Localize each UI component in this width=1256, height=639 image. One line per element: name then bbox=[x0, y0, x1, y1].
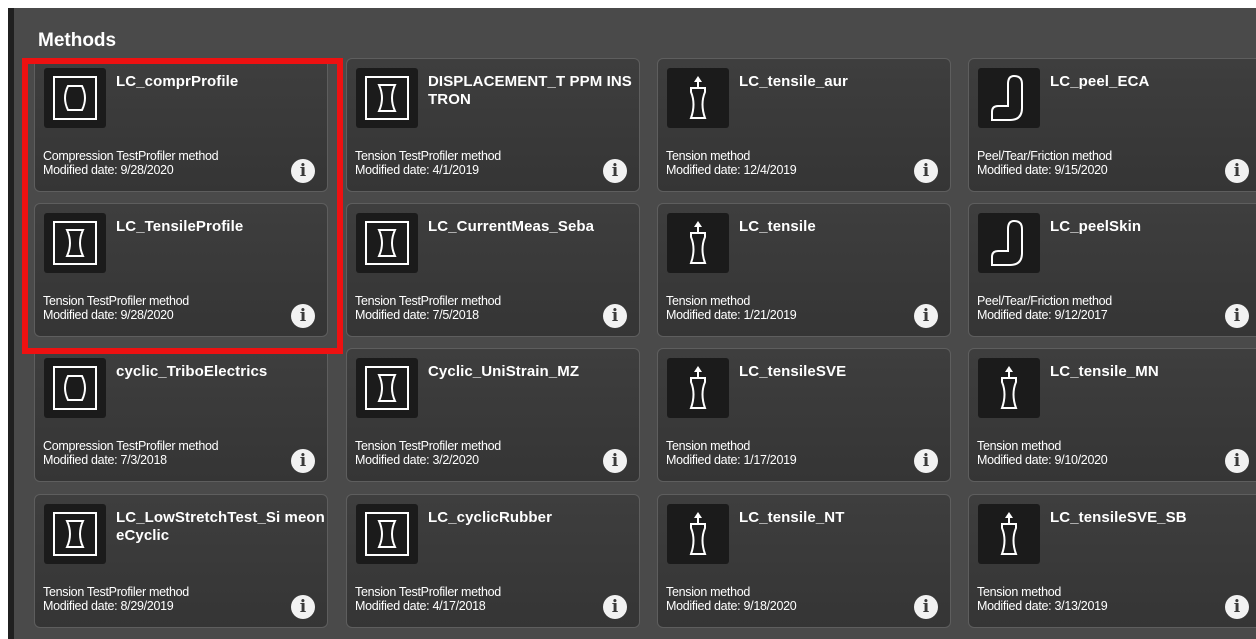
method-card-title: LC_tensile_aur bbox=[739, 73, 848, 90]
info-icon[interactable]: i bbox=[914, 304, 938, 328]
tension-icon bbox=[44, 504, 106, 564]
peel-icon bbox=[978, 68, 1040, 128]
method-card-title: cyclic_TriboElectrics bbox=[116, 363, 268, 380]
method-card-date: Modified date: 9/28/2020 bbox=[43, 163, 174, 177]
method-card[interactable]: LC_tensileSVE_SB Tension method Modified d… bbox=[968, 494, 1256, 628]
tension-icon bbox=[44, 213, 106, 273]
info-icon[interactable]: i bbox=[914, 159, 938, 183]
info-icon[interactable]: i bbox=[603, 159, 627, 183]
method-card-title: LC_tensile_NT bbox=[739, 509, 845, 526]
method-card[interactable]: LC_tensile_aur Tension method Modified dat… bbox=[657, 58, 951, 192]
method-card-title: LC_tensile_MN bbox=[1050, 363, 1159, 380]
method-card-type: Tension method bbox=[977, 439, 1062, 453]
method-card-date: Modified date: 9/18/2020 bbox=[666, 599, 797, 613]
method-card-type: Peel/Tear/Friction method bbox=[977, 294, 1112, 308]
info-icon[interactable]: i bbox=[914, 595, 938, 619]
method-card-title: Cyclic_UniStrain_MZ bbox=[428, 363, 580, 380]
section-title: Methods bbox=[38, 30, 117, 51]
info-icon[interactable]: i bbox=[1225, 449, 1249, 473]
method-card-type: Compression TestProfiler method bbox=[43, 439, 219, 453]
method-card-title: LC_cyclicRubber bbox=[428, 509, 553, 526]
method-card-type: Tension TestProfiler method bbox=[355, 294, 501, 308]
method-card-date: Modified date: 7/5/2018 bbox=[355, 308, 479, 322]
method-card-type: Tension TestProfiler method bbox=[355, 439, 501, 453]
method-card-type: Tension method bbox=[666, 149, 751, 163]
info-icon[interactable]: i bbox=[1225, 304, 1249, 328]
method-card-date: Modified date: 8/29/2019 bbox=[43, 599, 174, 613]
method-card[interactable]: LC_tensile Tension method Modified date: 1… bbox=[657, 203, 951, 337]
tension-icon bbox=[356, 358, 418, 418]
method-card-title: DISPLACEMENT_T PPM INSTRON bbox=[428, 73, 632, 108]
method-card[interactable]: LC_peel_ECA Peel/Tear/Friction method Modi… bbox=[968, 58, 1256, 192]
info-icon[interactable]: i bbox=[291, 595, 315, 619]
method-card-type: Tension method bbox=[977, 585, 1062, 599]
method-card-type: Tension TestProfiler method bbox=[355, 585, 501, 599]
peel-icon bbox=[978, 213, 1040, 273]
tension-icon bbox=[356, 504, 418, 564]
tension-icon bbox=[356, 68, 418, 128]
method-card[interactable]: LC_peelSkin Peel/Tear/Friction method Modi… bbox=[968, 203, 1256, 337]
info-icon[interactable]: i bbox=[291, 449, 315, 473]
tensile-arrow-icon bbox=[667, 213, 729, 273]
method-card-title: LC_TensileProfile bbox=[116, 218, 244, 235]
method-card-type: Peel/Tear/Friction method bbox=[977, 149, 1112, 163]
method-card-type: Tension method bbox=[666, 294, 751, 308]
tensile-arrow-icon bbox=[978, 358, 1040, 418]
compression-icon bbox=[44, 358, 106, 418]
info-icon[interactable]: i bbox=[603, 595, 627, 619]
method-card-date: Modified date: 9/12/2017 bbox=[977, 308, 1108, 322]
tensile-arrow-icon bbox=[667, 504, 729, 564]
method-card[interactable]: LC_tensileSVE Tension method Modified date… bbox=[657, 348, 951, 482]
method-card-title: LC_LowStretchTest_Si meoneCyclic bbox=[116, 509, 325, 544]
method-card[interactable]: LC_CurrentMeas_Seba Tension TestProfiler … bbox=[346, 203, 640, 337]
method-card-date: Modified date: 1/17/2019 bbox=[666, 453, 797, 467]
method-card[interactable]: LC_cyclicRubber Tension TestProfiler meth… bbox=[346, 494, 640, 628]
method-card[interactable]: LC_comprProfile Compression TestProfiler … bbox=[34, 58, 328, 192]
method-card-title: LC_CurrentMeas_Seba bbox=[428, 218, 595, 235]
info-icon[interactable]: i bbox=[291, 304, 315, 328]
tensile-arrow-icon bbox=[667, 68, 729, 128]
method-card-date: Modified date: 9/10/2020 bbox=[977, 453, 1108, 467]
method-card-type: Compression TestProfiler method bbox=[43, 149, 219, 163]
method-card[interactable]: LC_tensile_MN Tension method Modified date… bbox=[968, 348, 1256, 482]
method-card-type: Tension method bbox=[666, 439, 751, 453]
method-card-date: Modified date: 3/13/2019 bbox=[977, 599, 1108, 613]
method-card-type: Tension method bbox=[666, 585, 751, 599]
info-icon[interactable]: i bbox=[291, 159, 315, 183]
method-card[interactable]: LC_LowStretchTest_Si meoneCyclic Tension … bbox=[34, 494, 328, 628]
method-card-title: LC_tensileSVE bbox=[739, 363, 847, 380]
info-icon[interactable]: i bbox=[1225, 159, 1249, 183]
method-card[interactable]: LC_tensile_NT Tension method Modified date… bbox=[657, 494, 951, 628]
method-card-date: Modified date: 4/17/2018 bbox=[355, 599, 486, 613]
method-card-title: LC_peelSkin bbox=[1050, 218, 1142, 235]
info-icon[interactable]: i bbox=[603, 449, 627, 473]
method-card-date: Modified date: 7/3/2018 bbox=[43, 453, 167, 467]
method-card-date: Modified date: 12/4/2019 bbox=[666, 163, 797, 177]
method-card-date: Modified date: 1/21/2019 bbox=[666, 308, 797, 322]
method-card-date: Modified date: 3/2/2020 bbox=[355, 453, 479, 467]
tension-icon bbox=[356, 213, 418, 273]
method-card-type: Tension TestProfiler method bbox=[43, 294, 189, 308]
method-card-title: LC_tensileSVE_SB bbox=[1050, 509, 1187, 526]
method-card-title: LC_tensile bbox=[739, 218, 816, 235]
info-icon[interactable]: i bbox=[1225, 595, 1249, 619]
tensile-arrow-icon bbox=[978, 504, 1040, 564]
method-card[interactable]: cyclic_TriboElectrics Compression TestPro… bbox=[34, 348, 328, 482]
method-card-title: LC_peel_ECA bbox=[1050, 73, 1150, 90]
info-icon[interactable]: i bbox=[914, 449, 938, 473]
method-card-date: Modified date: 9/28/2020 bbox=[43, 308, 174, 322]
method-card-type: Tension TestProfiler method bbox=[43, 585, 189, 599]
method-card[interactable]: DISPLACEMENT_T PPM INSTRON Tension TestPr… bbox=[346, 58, 640, 192]
method-card[interactable]: LC_TensileProfile Tension TestProfiler me… bbox=[34, 203, 328, 337]
tensile-arrow-icon bbox=[667, 358, 729, 418]
method-card-title: LC_comprProfile bbox=[116, 73, 239, 90]
method-card-date: Modified date: 9/15/2020 bbox=[977, 163, 1108, 177]
info-icon[interactable]: i bbox=[603, 304, 627, 328]
method-card-type: Tension TestProfiler method bbox=[355, 149, 501, 163]
methods-panel: Methods LC_comprProfile Compression TestP… bbox=[0, 0, 1256, 639]
method-card[interactable]: Cyclic_UniStrain_MZ Tension TestProfiler … bbox=[346, 348, 640, 482]
method-card-date: Modified date: 4/1/2019 bbox=[355, 163, 479, 177]
compression-icon bbox=[44, 68, 106, 128]
